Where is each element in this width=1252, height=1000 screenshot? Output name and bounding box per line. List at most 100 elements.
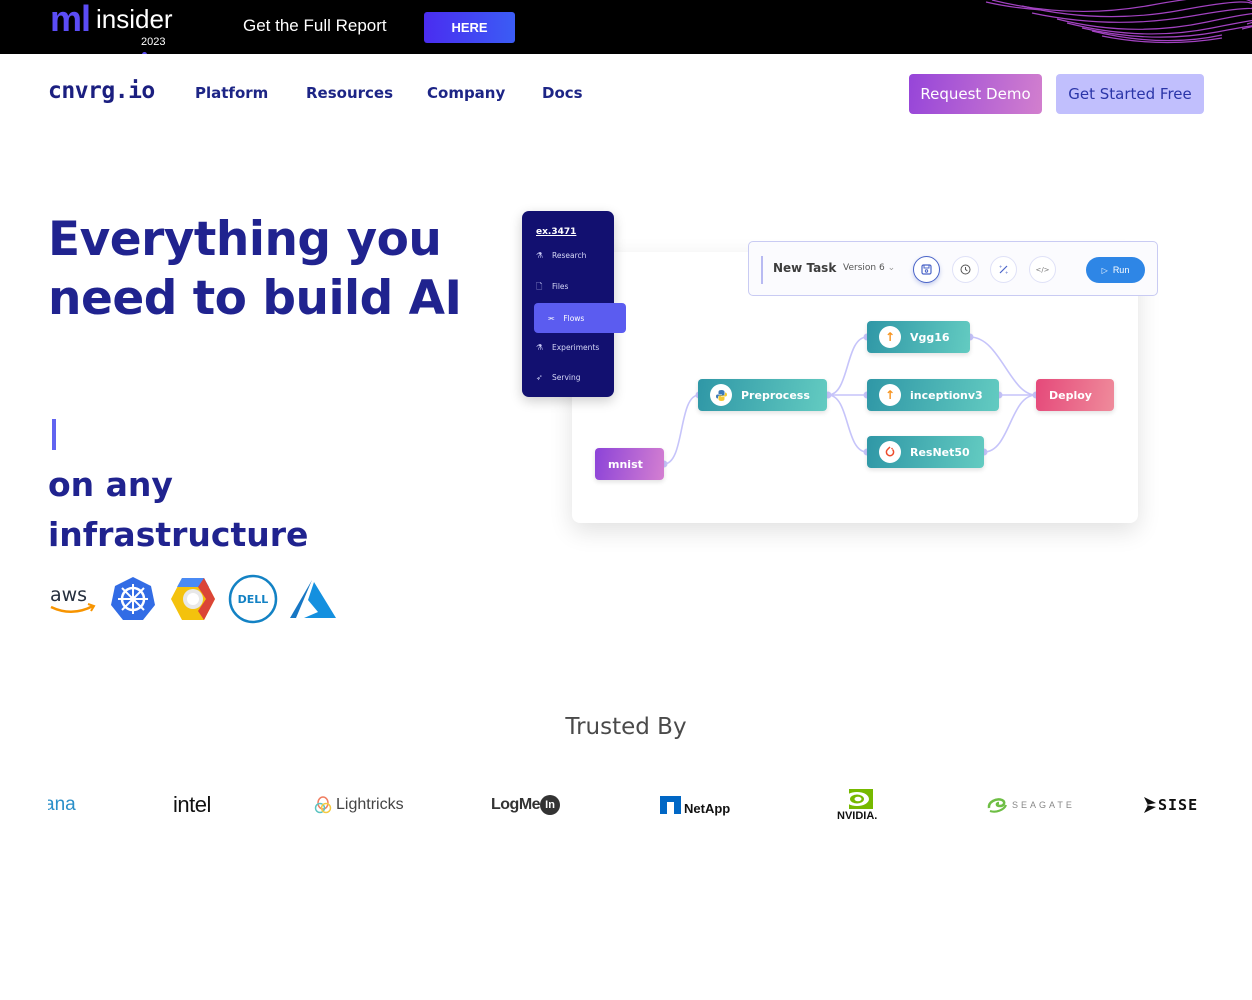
logo-year-text: 2023 [141,36,166,48]
promo-here-button[interactable]: HERE [424,12,515,43]
node-mnist-label: mnist [608,457,643,471]
node-resnet50-label: ResNet50 [910,445,970,459]
nav-company[interactable]: Company [427,84,505,102]
sidebar-item-flows[interactable]: ⫘ Flows [534,303,626,333]
flask-icon: ⚗ [536,342,544,352]
version-select[interactable]: Version 6 ⌄ [843,263,895,273]
pytorch-icon [879,441,901,463]
run-label: Run [1112,265,1130,275]
site-header: cnvrg.io Platform Resources Company Docs… [0,54,1252,134]
logo-lightricks-text: Lightricks [336,796,404,813]
magic-wand-icon[interactable]: + + [990,256,1017,283]
chevron-down-icon: ⌄ [887,263,896,273]
hero-title: Everything you need to build AI [48,212,462,326]
node-inceptionv3-label: inceptionv3 [910,388,983,402]
logo-sisense: SISE [1144,780,1198,830]
logo-logmein-in: In [540,795,561,815]
logo-netapp: NetApp [660,780,730,830]
google-cloud-icon [168,574,218,624]
logo-sisense-text: SISE [1158,796,1199,814]
nav-resources[interactable]: Resources [306,84,393,102]
tensorflow-icon: ↑ [879,384,901,406]
task-toolbar: New Task Version 6 ⌄ + + </> ▷ Run [748,241,1158,296]
dell-label: DELL [238,593,269,606]
node-preprocess[interactable]: Preprocess [698,379,827,411]
version-label: Version 6 [843,263,885,273]
get-started-button[interactable]: Get Started Free [1056,74,1204,114]
logo-ana-text: ana [48,794,76,815]
sidebar-item-label: Files [552,282,569,291]
trusted-by-heading: Trusted By [565,714,687,740]
code-icon[interactable]: </> [1029,256,1056,283]
svg-text:+: + [1005,270,1008,275]
edge-preprocess-vgg16 [827,336,868,396]
typing-cursor [52,419,56,450]
nav-platform[interactable]: Platform [195,84,268,102]
logo-netapp-text: NetApp [684,800,731,816]
edge-mnist-preprocess [663,394,700,465]
node-vgg16[interactable]: ↑ Vgg16 [867,321,970,353]
promo-banner: ml insider 2023 Get the Full Report HERE [0,0,1252,54]
logo-logmein-text: LogMe [491,796,541,813]
sidebar-item-experiments[interactable]: ⚗ Experiments [536,343,599,352]
project-link[interactable]: ex.3471 [536,227,576,237]
logo-nvidia-text: NVIDIA. [837,809,878,822]
flask-icon: ⚗ [536,250,544,260]
file-icon: 🗋 [536,281,543,291]
aws-label: aws [50,584,87,606]
python-icon [710,384,732,406]
seagate-icon [987,798,1008,813]
node-deploy[interactable]: Deploy [1036,379,1114,411]
logo-nvidia: NVIDIA. [837,780,877,830]
logo-intel: intel [173,780,211,830]
sidebar-item-label: Serving [552,373,581,382]
brand-logo[interactable]: cnvrg.io [48,78,155,104]
logo-intel-text: intel [173,792,211,817]
logo-seagate-text: SEAGATE [1012,800,1075,810]
aws-icon: aws [48,574,98,624]
node-deploy-label: Deploy [1049,388,1092,402]
run-button[interactable]: ▷ Run [1086,257,1145,283]
node-resnet50[interactable]: ResNet50 [867,436,984,468]
kubernetes-icon [108,574,158,624]
sidebar-item-label: Flows [563,313,585,323]
nvidia-eye-icon [845,788,874,809]
logo-ml: ml [50,0,91,39]
sisense-icon [1144,797,1156,813]
node-inceptionv3[interactable]: ↑ inceptionv3 [867,379,999,411]
node-mnist[interactable]: mnist [595,448,664,480]
node-vgg16-label: Vgg16 [910,330,950,344]
azure-icon [288,574,338,624]
play-icon: ▷ [1101,265,1108,275]
svg-text:+: + [999,264,1002,269]
logo-logmein: LogMe In [491,780,561,830]
node-preprocess-label: Preprocess [741,388,810,402]
sidebar-item-serving[interactable]: ➶ Serving [536,373,581,382]
request-demo-button[interactable]: Request Demo [909,74,1042,114]
sidebar-item-files[interactable]: 🗋 Files [536,282,568,291]
toolbar-divider [761,256,763,284]
save-icon[interactable] [913,256,940,283]
dell-icon: DELL [228,574,278,624]
nav-docs[interactable]: Docs [542,84,583,102]
logo-seagate: SEAGATE [986,780,1075,830]
logo-year: 2023 [141,36,165,54]
infrastructure-logos: aws DELL [48,572,338,626]
logo-insider: insider [96,4,173,34]
wave-lines-decoration [985,0,1252,44]
clock-icon[interactable] [952,256,979,283]
promo-text: Get the Full Report [243,16,387,35]
logo-ana: ana [48,780,76,830]
lightricks-icon [314,796,332,814]
tensorflow-icon: ↑ [879,326,901,348]
logo-lightricks: Lightricks [314,780,404,830]
sidebar-item-label: Research [552,251,587,260]
task-name[interactable]: New Task [773,261,836,275]
sidebar-item-label: Experiments [552,343,600,352]
rocket-icon: ➶ [536,372,543,382]
hero-subtitle: on any infrastructure [48,465,309,554]
customer-logos-carousel: ana intel Lightricks LogMe In NetApp NVI… [48,780,1204,830]
sidebar-item-research[interactable]: ⚗ Research [536,251,586,260]
flow-icon: ⫘ [548,313,555,322]
edge-preprocess-resnet [827,394,868,453]
